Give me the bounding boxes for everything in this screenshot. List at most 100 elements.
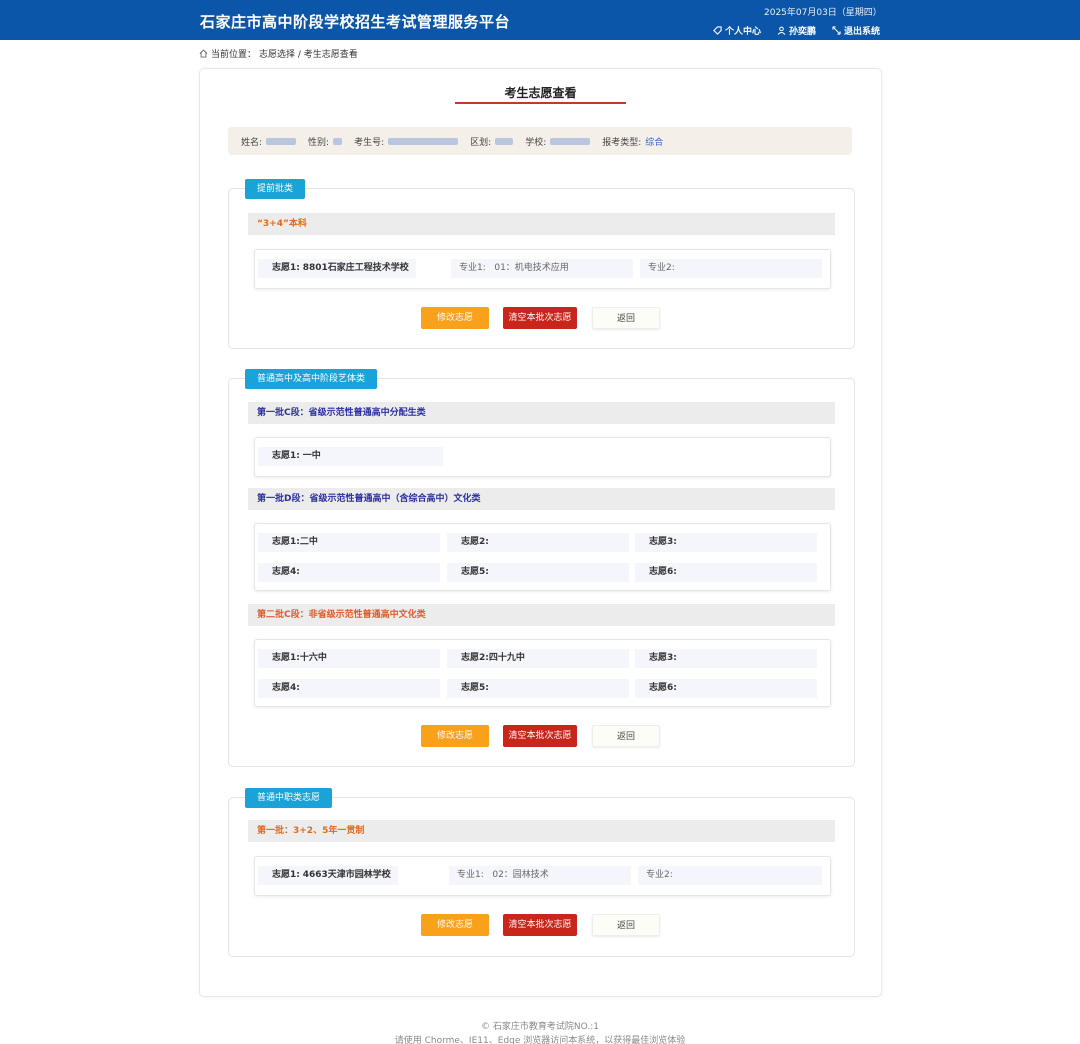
gender-redacted — [333, 137, 343, 145]
section-early-batch: 提前批类 “3+4”本科 志愿1: 8801石家庄工程技术学校 专业1: 01：… — [228, 179, 855, 349]
user-icon — [777, 26, 786, 35]
section-tag: 普通中职类志愿 — [245, 788, 333, 808]
choice-label: 志愿6: — [649, 683, 677, 693]
type-label: 报考类型: — [602, 137, 642, 148]
nav-logout-label: 退出系统 — [844, 27, 881, 37]
header-bar: 石家庄市高中阶段学校招生考试管理服务平台 2025年07月03日（星期四） 个人… — [0, 0, 1080, 40]
breadcrumb-label: 当前位置： — [211, 50, 257, 60]
choice-label: 志愿3: — [649, 537, 677, 547]
student-info-bar: 姓名: 性别: 考生号: 区划: 学校: 报考类型: 综合 — [228, 127, 852, 155]
major2-cell: 专业2: — [640, 259, 822, 278]
choice-cell: 志愿1: 一中 — [258, 447, 443, 466]
choice-label: 志愿1: — [272, 870, 300, 880]
clear-batch-button[interactable]: 清空本批次志愿 — [503, 307, 577, 329]
platform-title: 石家庄市高中阶段学校招生考试管理服务平台 — [200, 13, 511, 31]
choice-label: 志愿2: — [461, 653, 489, 663]
choice-label: 志愿2: — [461, 537, 489, 547]
major2-label: 专业2: — [646, 870, 673, 880]
choice-cell: 志愿6: — [635, 679, 817, 698]
choice-cell: 志愿6: — [635, 563, 817, 582]
back-button[interactable]: 返回 — [592, 914, 660, 936]
home-icon — [199, 49, 208, 58]
choice-value: 4663天津市园林学校 — [302, 870, 391, 880]
back-button[interactable]: 返回 — [592, 725, 660, 747]
choice-label: 志愿1: — [272, 653, 300, 663]
nav-user-label: 孙奕鹏 — [789, 27, 817, 37]
edit-choices-button[interactable]: 修改志愿 — [421, 725, 489, 747]
district-label: 区划: — [470, 137, 492, 148]
choice-label: 志愿4: — [272, 567, 300, 577]
breadcrumb: 当前位置： 志愿选择 / 考生志愿查看 — [199, 47, 358, 60]
choice-value: 一中 — [302, 451, 321, 461]
tag-icon — [713, 26, 722, 35]
choice-label: 志愿3: — [649, 653, 677, 663]
choice-grid: 志愿1:十六中 志愿2:四十九中 志愿3: 志愿4: 志愿5: 志愿6: — [254, 639, 831, 707]
nav-user[interactable]: 孙奕鹏 — [777, 24, 816, 37]
footer-browser-note: 请使用 Chorme、IE11、Edge 浏览器访问本系统，以获得最佳浏览体验 — [394, 1036, 686, 1044]
type-value: 综合 — [645, 137, 664, 148]
choice-box: 志愿1: 8801石家庄工程技术学校 专业1: 01：机电技术应用 专业2: — [254, 249, 831, 289]
exam-no-redacted — [388, 137, 459, 145]
page-title: 考生志愿查看 — [504, 86, 577, 100]
choice-cell: 志愿5: — [447, 679, 629, 698]
edit-choices-button[interactable]: 修改志愿 — [421, 914, 489, 936]
choice-box: 志愿1: 一中 — [254, 437, 831, 477]
back-button[interactable]: 返回 — [592, 307, 660, 329]
major1-cell: 专业1: 01：机电技术应用 — [451, 259, 633, 278]
nav-profile-label: 个人中心 — [725, 27, 762, 37]
category-header: 第一批D段：省级示范性普通高中（含综合高中）文化类 — [248, 488, 835, 510]
category-header: 第一批：3+2、5年一贯制 — [248, 820, 835, 842]
category-header: 第二批C段：非省级示范性普通高中文化类 — [248, 604, 835, 626]
choice-cell: 志愿3: — [635, 649, 817, 668]
gender-label: 性别: — [308, 137, 330, 148]
choice-cell: 志愿4: — [258, 679, 440, 698]
name-label: 姓名: — [241, 137, 263, 148]
current-date: 2025年07月03日（星期四） — [764, 8, 882, 18]
major2-label: 专业2: — [648, 263, 675, 273]
choice-label: 志愿1: — [272, 451, 300, 461]
school-label: 学校: — [525, 137, 547, 148]
major1-cell: 专业1: 02：园林技术 — [449, 866, 631, 885]
choice-cell: 志愿1:十六中 — [258, 649, 440, 668]
nav-profile[interactable]: 个人中心 — [713, 24, 761, 37]
choice-label: 志愿5: — [461, 683, 489, 693]
choice-cell: 志愿1:二中 — [258, 533, 440, 552]
section-general-high-school: 普通高中及高中阶段艺体类 第一批C段：省级示范性普通高中分配生类 志愿1: 一中… — [228, 369, 855, 767]
choice-value: 8801石家庄工程技术学校 — [302, 263, 409, 273]
major1-label: 专业1: — [459, 263, 486, 273]
choice-value: 十六中 — [299, 653, 327, 663]
district-redacted — [495, 137, 514, 145]
nav-logout[interactable]: 退出系统 — [832, 24, 880, 37]
header-nav: 个人中心 孙奕鹏 退出系统 — [713, 24, 880, 37]
name-redacted — [266, 137, 297, 145]
major2-cell: 专业2: — [638, 866, 822, 885]
category-header: “3+4”本科 — [248, 213, 835, 235]
breadcrumb-path[interactable]: 志愿选择 / 考生志愿查看 — [259, 47, 358, 60]
choice-cell: 志愿2:四十九中 — [447, 649, 629, 668]
choice-label: 志愿6: — [649, 567, 677, 577]
choice-cell: 志愿3: — [635, 533, 817, 552]
edit-choices-button[interactable]: 修改志愿 — [421, 307, 489, 329]
main-card: 考生志愿查看 姓名: 性别: 考生号: 区划: 学校: 报考类型: 综合 提前批… — [199, 68, 882, 997]
choice-value: 四十九中 — [488, 653, 525, 663]
choice-cell: 志愿4: — [258, 563, 440, 582]
section-vocational: 普通中职类志愿 第一批：3+2、5年一贯制 志愿1: 4663天津市园林学校 专… — [228, 788, 855, 957]
section-tag: 普通高中及高中阶段艺体类 — [245, 369, 378, 389]
major1-value: 01：机电技术应用 — [494, 263, 569, 273]
choice-label: 志愿5: — [461, 567, 489, 577]
choice-cell: 志愿5: — [447, 563, 629, 582]
choice-grid: 志愿1:二中 志愿2: 志愿3: 志愿4: 志愿5: 志愿6: — [254, 523, 831, 591]
title-underline — [455, 102, 626, 104]
choice-value: 二中 — [299, 537, 318, 547]
clear-batch-button[interactable]: 清空本批次志愿 — [503, 914, 577, 936]
section-tag: 提前批类 — [245, 179, 306, 199]
major1-label: 专业1: — [457, 870, 484, 880]
choice-cell: 志愿1: 8801石家庄工程技术学校 — [258, 259, 416, 278]
choice-label: 志愿4: — [272, 683, 300, 693]
footer-copyright: © 石家庄市教育考试院NO.:1 — [481, 1022, 599, 1032]
logout-icon — [832, 26, 841, 35]
choice-label: 志愿1: — [272, 263, 300, 273]
choice-box: 志愿1: 4663天津市园林学校 专业1: 02：园林技术 专业2: — [254, 856, 831, 896]
clear-batch-button[interactable]: 清空本批次志愿 — [503, 725, 577, 747]
exam-no-label: 考生号: — [354, 137, 385, 148]
